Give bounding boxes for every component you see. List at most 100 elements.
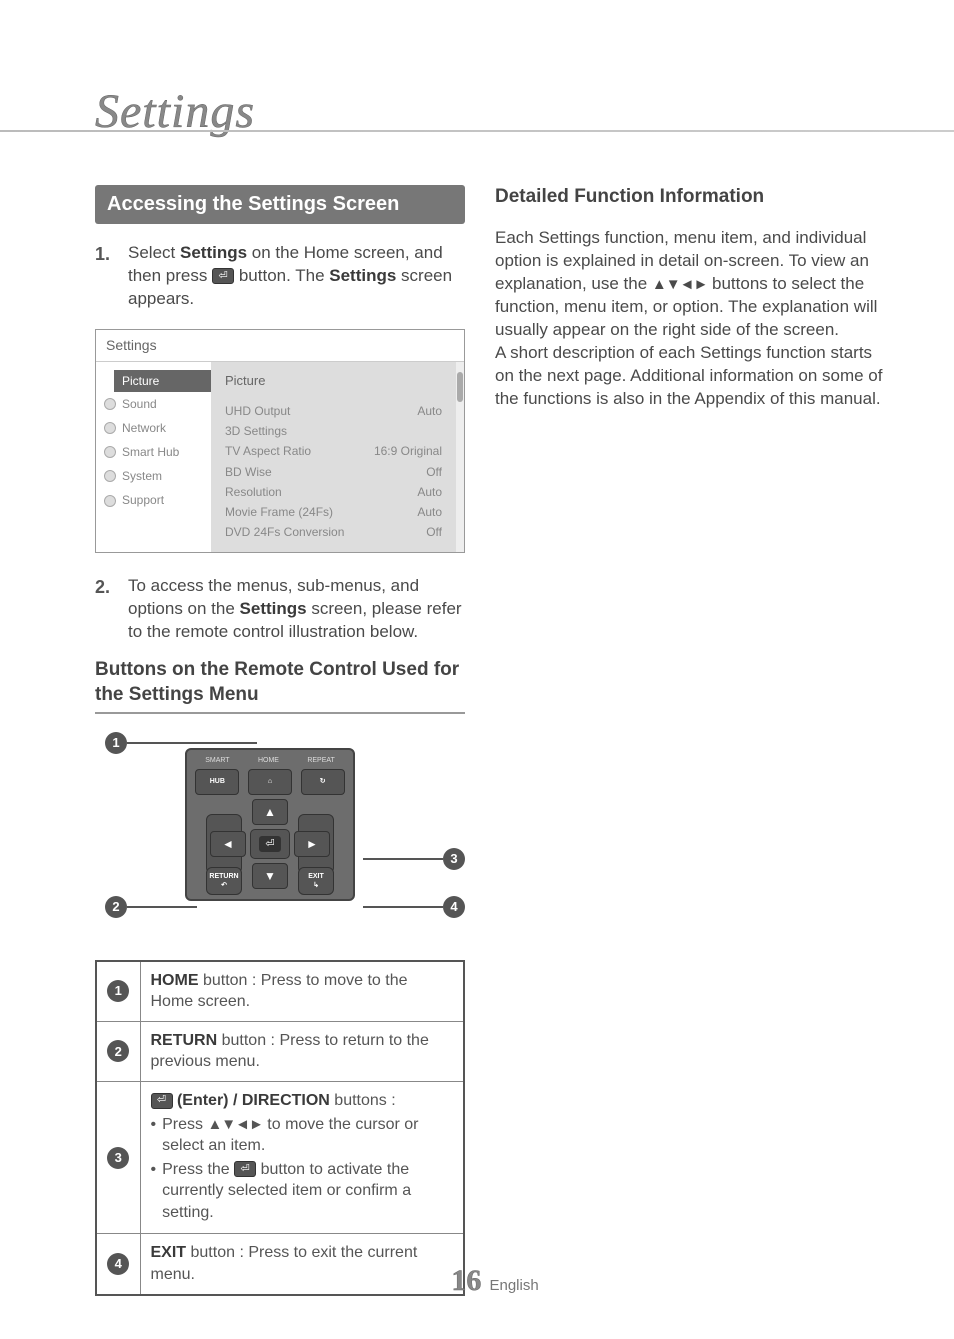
label: Support [122, 492, 164, 508]
setting-row[interactable]: 3D Settings [225, 421, 442, 441]
home-icon: ⌂ [268, 778, 272, 785]
value: Auto [417, 484, 442, 500]
remote-top-buttons: HUB ⌂ ↻ [191, 769, 349, 795]
value: 16:9 Original [374, 443, 442, 459]
content-title: Picture [225, 372, 442, 390]
return-button[interactable]: RETURN↶ [206, 867, 242, 895]
remote-body: SMART HOME REPEAT HUB ⌂ ↻ TOOLS▣ INFOi ▲… [185, 748, 355, 901]
callout-circle: 4 [443, 896, 465, 918]
callout-circle: 2 [107, 1040, 129, 1062]
section-header-bar: Accessing the Settings Screen [95, 185, 465, 224]
two-column-layout: Accessing the Settings Screen 1. Select … [95, 185, 894, 1296]
sidebar-item-picture[interactable]: Picture [114, 370, 211, 392]
setting-row[interactable]: UHD OutputAuto [225, 401, 442, 421]
bullet-dot: • [151, 1159, 157, 1224]
callout-line [127, 742, 257, 744]
label: REPEAT [307, 756, 335, 765]
support-icon [104, 495, 116, 507]
label: System [122, 468, 162, 484]
bold-text: HOME [151, 972, 199, 989]
row-number-cell: 3 [96, 1081, 140, 1234]
label: Picture [122, 373, 159, 389]
remote-top-labels: SMART HOME REPEAT [191, 756, 349, 765]
settings-window-title: Settings [96, 330, 464, 362]
dpad-left[interactable]: ◄ [210, 831, 246, 857]
label: TV Aspect Ratio [225, 443, 311, 459]
bullet: •Press the ⏎ button to activate the curr… [151, 1159, 454, 1224]
step-body: Select Settings on the Home screen, and … [128, 242, 465, 311]
callout-2: 2 [105, 896, 197, 918]
value: Off [426, 524, 442, 540]
text: Select [128, 243, 180, 262]
row-number-cell: 2 [96, 1021, 140, 1081]
value: Auto [417, 504, 442, 520]
settings-body: Picture Sound Network Smart Hub [96, 362, 464, 553]
bullet: •Press ▲▼◄► to move the cursor or select… [151, 1114, 454, 1157]
chapter-title: Settings [95, 80, 894, 145]
dpad-down[interactable]: ▼ [252, 863, 288, 889]
table-row: 1 HOME button : Press to move to the Hom… [96, 961, 464, 1022]
dpad-enter[interactable]: ⏎ [250, 829, 290, 859]
setting-row[interactable]: TV Aspect Ratio 16:9 Original [225, 441, 442, 461]
callout-circle: 3 [107, 1147, 129, 1169]
value: Off [426, 464, 442, 480]
page-footer: 16 English [95, 1261, 895, 1302]
step-1: 1. Select Settings on the Home screen, a… [95, 242, 465, 311]
settings-screenshot: Settings Picture Sound Network [95, 329, 465, 554]
label: HOME [258, 756, 279, 765]
scrollbar[interactable] [456, 362, 464, 553]
text: buttons : [330, 1092, 396, 1109]
label: Resolution [225, 484, 282, 500]
settings-content-panel: Picture UHD OutputAuto 3D Settings TV As… [211, 362, 456, 553]
label: DVD 24Fs Conversion [225, 524, 344, 540]
step-number: 2. [95, 575, 113, 644]
callout-line [363, 858, 443, 860]
paragraph: A short description of each Settings fun… [495, 342, 894, 411]
exit-icon: ↳ [313, 881, 319, 890]
label: UHD Output [225, 403, 290, 419]
network-icon [104, 422, 116, 434]
hub-button[interactable]: HUB [195, 769, 239, 795]
row-text-cell: HOME button : Press to move to the Home … [140, 961, 464, 1022]
bold-text: Settings [180, 243, 247, 262]
callout-line [363, 906, 443, 908]
home-button[interactable]: ⌂ [248, 769, 292, 795]
label: Smart Hub [122, 444, 179, 460]
sidebar-item-system[interactable]: System [96, 464, 211, 488]
bold-text: RETURN [151, 1032, 218, 1049]
sidebar-item-smarthub[interactable]: Smart Hub [96, 440, 211, 464]
button-description-table: 1 HOME button : Press to move to the Hom… [95, 960, 465, 1296]
callout-line [127, 906, 197, 908]
sidebar-item-support[interactable]: Support [96, 488, 211, 512]
dpad-up[interactable]: ▲ [252, 799, 288, 825]
left-column: Accessing the Settings Screen 1. Select … [95, 185, 465, 1296]
setting-row[interactable]: Movie Frame (24Fs)Auto [225, 502, 442, 522]
label: SMART [205, 756, 229, 765]
label: RETURN [209, 872, 238, 881]
dpad-right[interactable]: ► [294, 831, 330, 857]
setting-row[interactable]: DVD 24Fs Conversion Off [225, 522, 442, 542]
bullet-text: Press ▲▼◄► to move the cursor or select … [162, 1114, 453, 1157]
row-number-cell: 1 [96, 961, 140, 1022]
label: Network [122, 420, 166, 436]
setting-row[interactable]: Resolution Auto [225, 482, 442, 502]
exit-button[interactable]: EXIT↳ [298, 867, 334, 895]
callout-circle: 1 [105, 732, 127, 754]
repeat-button[interactable]: ↻ [301, 769, 345, 795]
sound-icon [104, 398, 116, 410]
sidebar-item-network[interactable]: Network [96, 416, 211, 440]
sidebar-item-sound[interactable]: Sound [96, 392, 211, 416]
page-language: English [489, 1277, 538, 1294]
return-icon: ↶ [221, 881, 227, 890]
callout-circle: 3 [443, 848, 465, 870]
label: BD Wise [225, 464, 272, 480]
repeat-icon: ↻ [320, 778, 326, 785]
enter-icon: ⏎ [259, 836, 281, 852]
text: button. The [234, 266, 329, 285]
step-2: 2. To access the menus, sub-menus, and o… [95, 575, 465, 644]
step-body: To access the menus, sub-menus, and opti… [128, 575, 465, 644]
bullet-dot: • [151, 1114, 157, 1157]
enter-icon: ⏎ [234, 1161, 256, 1177]
setting-row[interactable]: BD Wise Off [225, 462, 442, 482]
text: Press [162, 1116, 207, 1133]
